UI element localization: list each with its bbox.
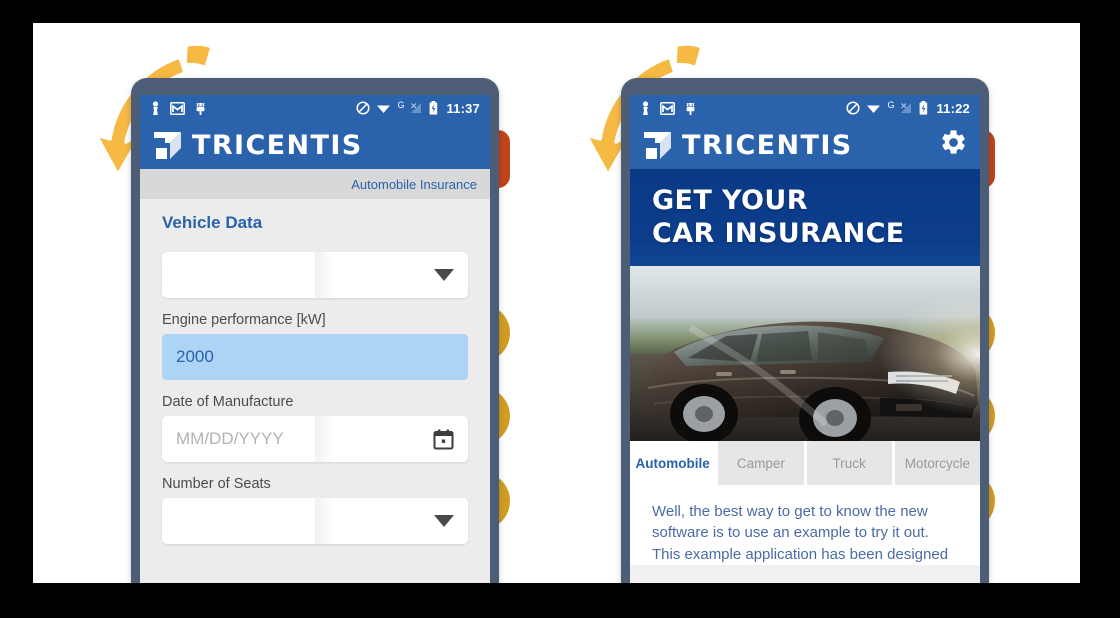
tab-camper-label: Camper [736, 455, 785, 471]
g-network-icon: G [887, 99, 895, 110]
phone-left-screen: G 11:37 TRICENTIS Automobile Insurance V… [140, 95, 490, 583]
number-of-seats-select[interactable] [162, 498, 468, 544]
status-right-icons: G 11:37 [356, 99, 480, 116]
intro-paragraph: Well, the best way to get to know the ne… [630, 485, 980, 565]
wifi-icon [867, 105, 881, 113]
logo-text-right: TRICENTIS [682, 129, 853, 161]
signal-off-icon [411, 103, 422, 113]
tab-truck[interactable]: Truck [806, 441, 892, 485]
date-of-manufacture-placeholder: MM/DD/YYYY [176, 429, 284, 448]
select-seam [315, 498, 333, 544]
tab-camper[interactable]: Camper [718, 441, 804, 485]
phone-right: G 11:22 TRICENTIS GET YOUR CAR INSURANCE… [621, 78, 989, 583]
breadcrumb-bar: Automobile Insurance [140, 169, 490, 199]
vehicle-type-tabs: Automobile Camper Truck Motorcycle [630, 441, 980, 485]
android-bug-icon [196, 102, 205, 115]
gear-icon [942, 130, 965, 154]
number-of-seats-label: Number of Seats [162, 476, 271, 492]
date-of-manufacture-input[interactable]: MM/DD/YYYY [162, 416, 468, 462]
status-bar-right: G 11:22 [630, 95, 980, 121]
status-left-icons [640, 101, 697, 115]
select-seam [315, 252, 333, 298]
field-engine-performance: Engine performance [kW] 2000 [162, 312, 468, 380]
intro-line-2: software is to use an example to try it … [652, 524, 929, 542]
chevron-down-icon [434, 515, 454, 527]
android-bug-icon [686, 102, 695, 115]
engine-performance-label: Engine performance [kW] [162, 312, 326, 328]
intro-line-3: This example application has been design… [652, 545, 949, 563]
phone-left: G 11:37 TRICENTIS Automobile Insurance V… [131, 78, 499, 583]
engine-performance-value: 2000 [176, 347, 214, 366]
signal-off-icon [901, 103, 912, 113]
tab-motorcycle-label: Motorcycle [904, 455, 970, 471]
field-number-of-seats: Number of Seats [162, 476, 468, 544]
calendar-icon[interactable] [433, 429, 454, 450]
status-time-left: 11:37 [446, 100, 480, 116]
tricentis-logo-icon [644, 131, 671, 159]
logo-text-left: TRICENTIS [192, 129, 363, 161]
do-not-disturb-icon [356, 101, 370, 115]
engine-performance-input[interactable]: 2000 [162, 334, 468, 380]
gmail-icon [170, 101, 185, 115]
app-bar-right: TRICENTIS [630, 121, 980, 169]
settings-button[interactable] [939, 128, 968, 162]
tab-motorcycle[interactable]: Motorcycle [894, 441, 980, 485]
status-left-icons [150, 101, 207, 115]
do-not-disturb-icon [846, 101, 860, 115]
status-time-right: 11:22 [936, 100, 970, 116]
phone-right-screen: G 11:22 TRICENTIS GET YOUR CAR INSURANCE… [630, 95, 980, 583]
status-bar-left: G 11:37 [140, 95, 490, 121]
battery-charging-icon [430, 101, 438, 115]
hero-banner: GET YOUR CAR INSURANCE [630, 169, 980, 441]
breadcrumb[interactable]: Automobile Insurance [351, 177, 477, 192]
car-photo [630, 266, 980, 441]
app-bar-left: TRICENTIS [140, 121, 490, 169]
date-of-manufacture-label: Date of Manufacture [162, 394, 294, 410]
hero-title-line1: GET YOUR [652, 185, 808, 216]
tricentis-logo-icon [154, 131, 181, 159]
hero-title: GET YOUR CAR INSURANCE [652, 185, 905, 251]
field-date-of-manufacture: Date of Manufacture MM/DD/YYYY [162, 394, 468, 462]
white-canvas: G 11:37 TRICENTIS Automobile Insurance V… [33, 23, 1080, 583]
tab-automobile-label: Automobile [635, 455, 710, 471]
tab-truck-label: Truck [832, 455, 866, 471]
intro-line-1: Well, the best way to get to know the ne… [652, 503, 928, 520]
chevron-down-icon [434, 269, 454, 281]
vehicle-data-form: Vehicle Data Engine performance [kW] 200… [140, 199, 490, 583]
gmail-icon [660, 101, 675, 115]
field-vehicle-make [162, 252, 468, 298]
page-title: Vehicle Data [162, 213, 263, 232]
person-icon [642, 101, 649, 115]
vehicle-make-select[interactable] [162, 252, 468, 298]
screenshot-frame: G 11:37 TRICENTIS Automobile Insurance V… [0, 0, 1120, 618]
hero-title-line2: CAR INSURANCE [652, 217, 905, 249]
status-right-icons: G 11:22 [846, 99, 970, 116]
tab-automobile[interactable]: Automobile [630, 441, 716, 485]
g-network-icon: G [397, 99, 405, 110]
wifi-icon [377, 105, 391, 113]
battery-charging-icon [920, 101, 928, 115]
person-icon [152, 101, 159, 115]
select-seam [315, 416, 333, 462]
